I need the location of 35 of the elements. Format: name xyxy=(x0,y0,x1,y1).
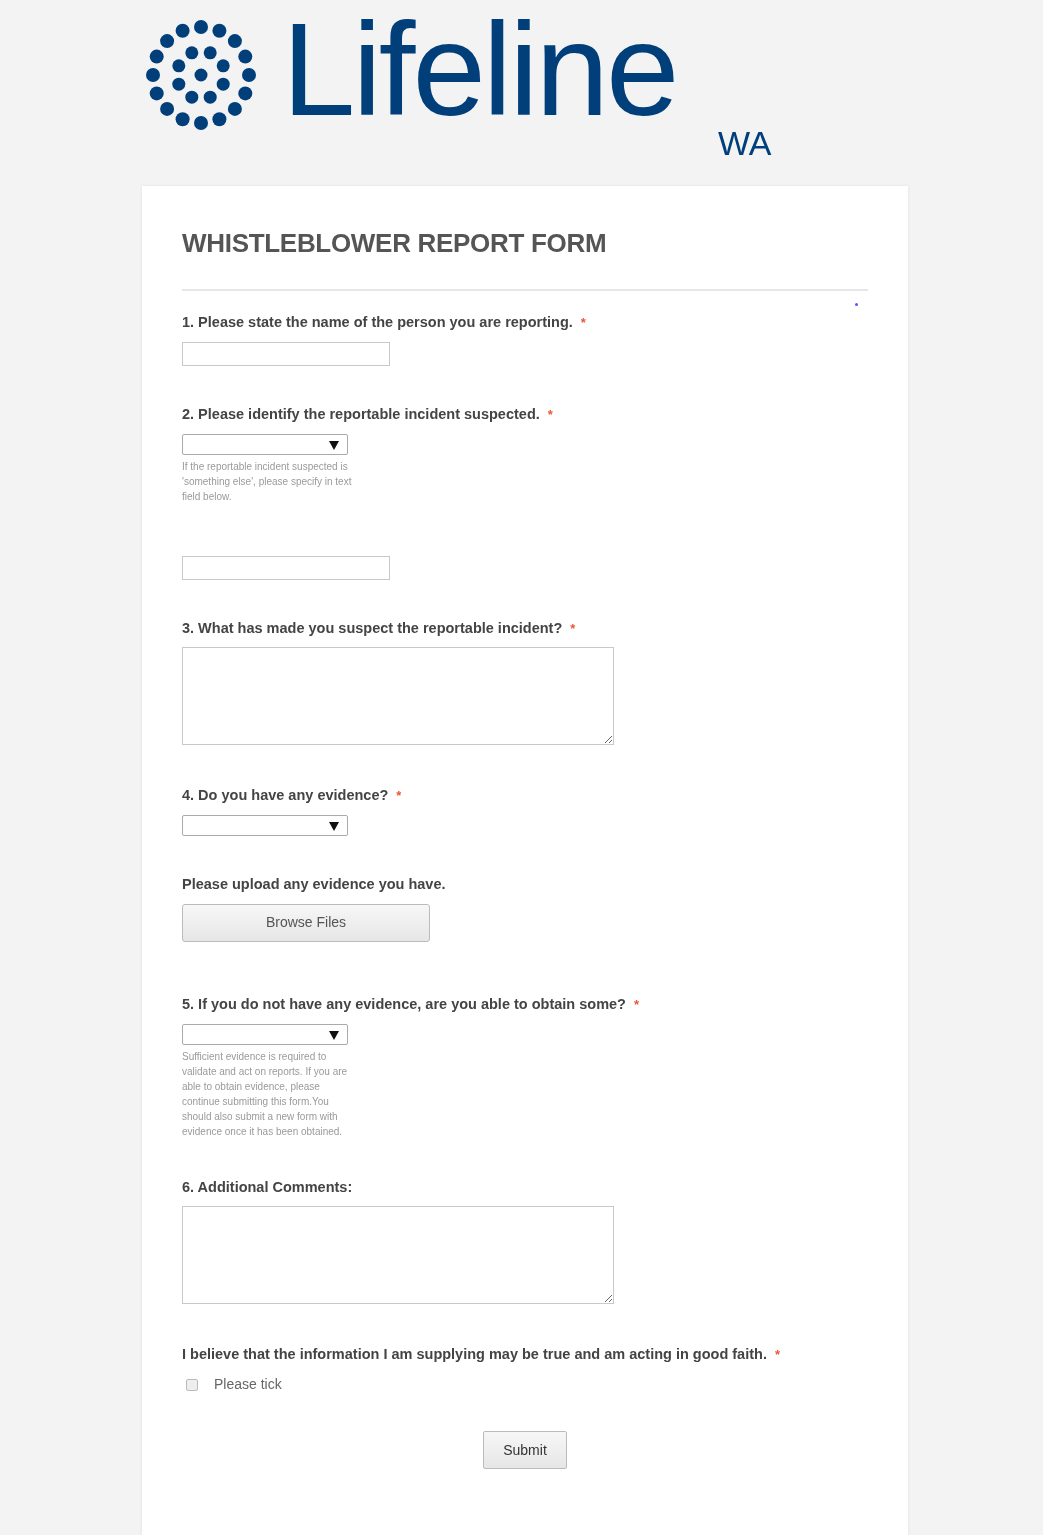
required-mark: * xyxy=(547,406,553,422)
required-mark: * xyxy=(633,996,640,1012)
question-label: 1. Please state the name of the person you are reporting. xyxy=(182,314,573,331)
question-label: 2. Please identify the reportable incident suspected. xyxy=(182,405,540,422)
dot-icon xyxy=(855,303,858,307)
text-field[interactable] xyxy=(182,341,390,366)
required-mark: * xyxy=(396,788,402,804)
question-label: 6. Additional Comments: xyxy=(182,1178,353,1195)
logo-wordmark: Lifeline xyxy=(282,4,678,136)
question-label: 4. Do you have any evidence? xyxy=(182,787,389,804)
form-title: WHISTLEBLOWER REPORT FORM xyxy=(182,228,608,260)
question-label: 3. What has made you suspect the reportable incident? xyxy=(182,619,563,636)
logo-icon xyxy=(144,18,258,132)
text-field[interactable] xyxy=(182,555,390,580)
text-area[interactable] xyxy=(182,1206,614,1305)
required-mark: * xyxy=(570,620,576,636)
checkbox[interactable] xyxy=(186,1379,198,1392)
dropdown-field[interactable] xyxy=(182,1023,348,1045)
caret-icon xyxy=(329,440,339,450)
text-area[interactable] xyxy=(182,647,614,746)
dropdown-field[interactable] xyxy=(182,815,348,837)
help-text: Sufficient evidence is required to validate and act on reports. If you are able to obtain evidence, please continue submitting this form.You should also submit a new form with evidence once it has been obtained. xyxy=(182,1049,349,1139)
submit-button[interactable]: Submit xyxy=(483,1431,567,1470)
required-mark: * xyxy=(774,1347,780,1363)
browse-files-button[interactable]: Browse Files xyxy=(182,903,430,942)
question-label: 5. If you do not have any evidence, are you able to obtain some? xyxy=(182,995,626,1012)
caret-icon xyxy=(329,1030,339,1040)
checkbox-label: Please tick xyxy=(214,1375,282,1395)
required-mark: * xyxy=(580,315,586,331)
caret-icon xyxy=(329,822,339,832)
dropdown-field[interactable] xyxy=(182,433,348,455)
logo-region: WA xyxy=(718,126,772,160)
question-label: I believe that the information I am supplying may be true and am acting in good faith. xyxy=(182,1346,767,1363)
question-label: Please upload any evidence you have. xyxy=(182,876,446,893)
help-text: If the reportable incident suspected is 'something else', please specify in text field below. xyxy=(182,459,352,504)
